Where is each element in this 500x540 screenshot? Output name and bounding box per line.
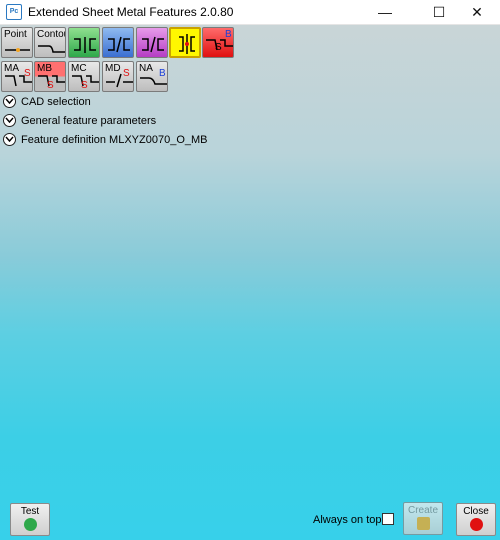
s-letter: S: [24, 68, 31, 79]
chevron-down-icon[interactable]: [3, 133, 16, 146]
chevron-down-icon[interactable]: [3, 114, 16, 127]
bracket-slash-icon: [108, 36, 130, 53]
test-button[interactable]: Test: [10, 503, 50, 536]
na-button[interactable]: NA B: [136, 61, 168, 92]
section-general-parameters[interactable]: General feature parameters: [0, 112, 500, 131]
bracket-slash-icon: [142, 36, 164, 53]
md-button[interactable]: MD S: [102, 61, 134, 92]
s-letter: S: [215, 42, 222, 53]
toolbar-row-1: Point Contour S B: [0, 27, 500, 63]
point-icon: [5, 48, 30, 52]
section-label: CAD selection: [21, 96, 91, 108]
section-cad-selection[interactable]: CAD selection: [0, 93, 500, 112]
close-label: Close: [463, 506, 489, 517]
section-feature-definition[interactable]: Feature definition MLXYZ0070_O_MB: [0, 131, 500, 150]
always-on-top-label: Always on top: [313, 514, 382, 526]
window-title: Extended Sheet Metal Features 2.0.80: [28, 5, 234, 19]
ma-button[interactable]: MA S: [1, 61, 33, 92]
contour-button[interactable]: Contour: [34, 27, 66, 58]
s-letter: S: [47, 80, 54, 91]
section-label: General feature parameters: [21, 115, 157, 127]
plus-icon: [417, 517, 430, 530]
play-icon: [24, 518, 37, 531]
bend-green-button[interactable]: [68, 27, 100, 58]
bottom-bar: Test Always on top Create Close: [0, 497, 500, 540]
close-button[interactable]: Close: [456, 503, 496, 536]
create-button[interactable]: Create: [403, 502, 443, 535]
close-window-button[interactable]: ✕: [454, 0, 500, 24]
point-button[interactable]: Point: [1, 27, 33, 58]
contour-icon: [38, 45, 65, 53]
test-label: Test: [20, 506, 40, 517]
bend-yellow-button[interactable]: [169, 27, 201, 58]
b-letter: B: [159, 68, 166, 79]
toolbar-row-2: MA S MB S MC S MD S NA B: [0, 61, 500, 97]
bend-magenta-button[interactable]: [136, 27, 168, 58]
bend-sb-button[interactable]: S B: [202, 27, 234, 58]
create-label: Create: [407, 505, 438, 516]
mb-button[interactable]: MB S: [34, 61, 66, 92]
bracket-vertical-icon: [179, 34, 195, 54]
chevron-down-icon[interactable]: [3, 95, 16, 108]
always-on-top-checkbox[interactable]: [382, 513, 394, 525]
minus-icon: [470, 518, 483, 531]
title-bar: Pc Extended Sheet Metal Features 2.0.80 …: [0, 0, 500, 25]
bend-blue-button[interactable]: [102, 27, 134, 58]
bracket-icon: [74, 37, 96, 53]
s-letter: S: [123, 68, 130, 79]
b-letter: B: [225, 29, 232, 40]
section-label: Feature definition MLXYZ0070_O_MB: [21, 134, 208, 146]
app-icon: Pc: [6, 4, 22, 20]
main-panel: Point Contour S B MA S: [0, 25, 500, 540]
s-letter: S: [81, 80, 88, 91]
mc-button[interactable]: MC S: [68, 61, 100, 92]
minimize-button[interactable]: —: [362, 0, 408, 24]
